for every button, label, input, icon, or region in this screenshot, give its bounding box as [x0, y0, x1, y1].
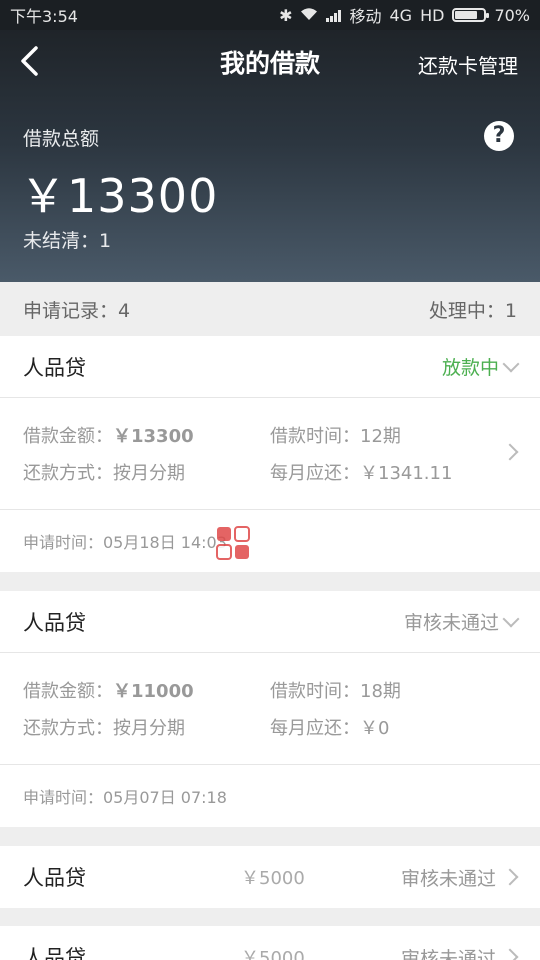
- loan-amount: 借款金额：￥13300: [23, 426, 194, 447]
- card-manage-link[interactable]: 还款卡管理: [418, 50, 518, 79]
- status-bar: 下午3:54 ✱ 移动 4G HD 70%: [0, 0, 540, 30]
- wifi-icon: [300, 6, 318, 25]
- loan-name: 人品贷: [23, 610, 86, 635]
- loan-amount: ￥5000: [241, 868, 305, 889]
- loan-status: 审核未通过: [400, 947, 496, 960]
- chevron-down-icon[interactable]: [502, 355, 520, 372]
- chevron-right-icon[interactable]: [501, 948, 519, 960]
- battery-icon: [452, 8, 490, 22]
- chevron-right-icon[interactable]: [501, 443, 519, 461]
- loan-name: 人品贷: [23, 866, 86, 890]
- status-indicators: ✱ 移动 4G HD 70%: [279, 3, 530, 27]
- repay-method: 还款方式：按月分期: [23, 718, 185, 739]
- loan-row[interactable]: 人品贷 ￥5000 审核未通过: [0, 846, 540, 908]
- status-hd: HD: [420, 5, 445, 25]
- status-carrier: 移动: [349, 7, 382, 26]
- total-amount-label: 借款总额: [23, 128, 100, 150]
- loan-summary-header: 我的借款 还款卡管理 借款总额 ? ￥13300 未结清：1: [0, 30, 540, 282]
- signal-icon: [326, 9, 342, 22]
- total-amount-value: ￥13300: [20, 169, 219, 223]
- repay-method: 还款方式：按月分期: [23, 463, 185, 484]
- loan-status: 放款中: [441, 357, 499, 379]
- monthly-payment: 每月应还：￥0: [270, 718, 390, 739]
- status-battery: 70%: [494, 5, 530, 25]
- loan-details: 借款金额：￥11000 借款时间：18期 还款方式：按月分期 每月应还：￥0: [0, 653, 540, 765]
- status-network: 4G: [389, 5, 413, 25]
- applied-records: 申请记录：4: [23, 299, 131, 322]
- monthly-payment: 每月应还：￥1341.11: [270, 463, 453, 484]
- loan-amount: ￥5000: [241, 948, 305, 960]
- loan-row[interactable]: 人品贷 ￥5000 审核未通过: [0, 926, 540, 960]
- loan-term: 借款时间：18期: [270, 681, 401, 702]
- apply-time: 申请时间：05月18日 14:03: [23, 533, 227, 552]
- loan-card-header[interactable]: 人品贷 审核未通过: [0, 591, 540, 653]
- processing-count: 处理中：1: [428, 299, 517, 322]
- loan-name: 人品贷: [23, 355, 86, 380]
- apply-time: 申请时间：05月07日 07:18: [23, 788, 227, 807]
- loan-status: 审核未通过: [400, 867, 496, 890]
- loan-term: 借款时间：12期: [270, 426, 401, 447]
- loan-name: 人品贷: [23, 946, 86, 960]
- loan-details[interactable]: 借款金额：￥13300 借款时间：12期 还款方式：按月分期 每月应还：￥134…: [0, 398, 540, 510]
- question-circle-icon[interactable]: ?: [484, 121, 514, 151]
- bluetooth-icon: ✱: [279, 5, 293, 25]
- loan-status: 审核未通过: [403, 612, 499, 634]
- records-bar: 申请记录：4 处理中：1: [0, 282, 540, 336]
- top-nav-bar: 我的借款 还款卡管理: [0, 30, 540, 96]
- chevron-right-icon[interactable]: [501, 868, 519, 886]
- loan-card-header[interactable]: 人品贷 放款中: [0, 336, 540, 398]
- status-time: 下午3:54: [10, 7, 78, 26]
- loan-amount: 借款金额：￥11000: [23, 681, 194, 702]
- loan-card[interactable]: 人品贷 放款中 借款金额：￥13300 借款时间：12期 还款方式：按月分期 每…: [0, 336, 540, 572]
- chevron-down-icon[interactable]: [502, 610, 520, 627]
- unsettled-count: 未结清：1: [23, 230, 112, 252]
- loan-card[interactable]: 人品贷 审核未通过 借款金额：￥11000 借款时间：18期 还款方式：按月分期…: [0, 591, 540, 827]
